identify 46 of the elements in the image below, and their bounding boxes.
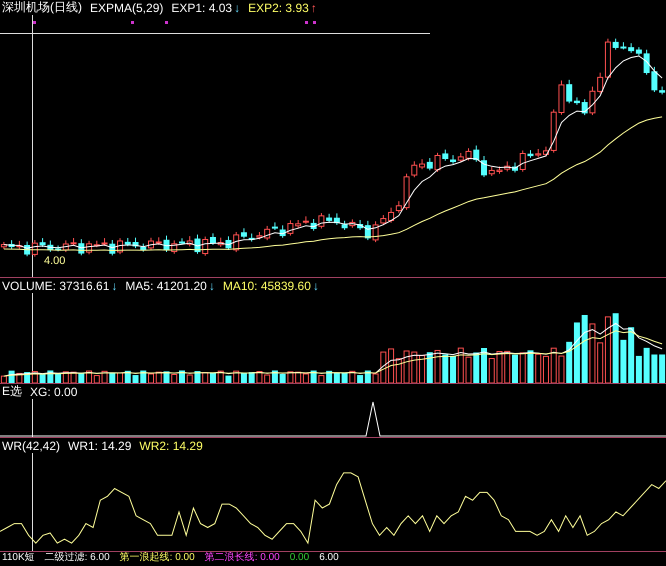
volume-bar: [148, 373, 154, 383]
candlestick: [488, 166, 495, 176]
volume-bar: [488, 358, 495, 383]
pane-title: WR(42,42): [2, 438, 60, 452]
volume-bar: [659, 354, 666, 383]
price-label: 4.00: [44, 256, 66, 268]
pane-title: 深圳机场(日线): [2, 0, 82, 16]
volume-bar: [512, 354, 518, 383]
candlestick: [148, 237, 154, 251]
candlestick: [0, 241, 7, 250]
candlestick: [171, 240, 178, 254]
volume-bar: [504, 350, 510, 383]
candlestick: [481, 156, 487, 178]
candlestick: [659, 86, 666, 95]
indicator-value: EXP2: 3.93: [248, 0, 309, 14]
indicator-value: EXP1: 4.03: [171, 0, 232, 14]
footer-value: 110K短: [2, 552, 35, 564]
pane-title: VOLUME: 37316.61: [2, 278, 110, 292]
trend-arrow: ↑: [310, 0, 317, 14]
volume-bar: [156, 372, 162, 383]
trend-arrow: ↓: [111, 278, 118, 292]
indicator-value: WR1: 14.29: [68, 438, 132, 452]
candlestick: [156, 236, 162, 246]
indicator-value: XG: 0.00: [30, 384, 78, 398]
volume-bar: [496, 351, 502, 383]
volume-bar: [179, 370, 185, 383]
trend-arrow: ↓: [208, 278, 215, 292]
candlestick: [504, 160, 510, 172]
indicator-value: WR2: 14.29: [139, 438, 203, 452]
footer-value: 6.00: [319, 552, 339, 564]
trend-arrow: ↓: [234, 0, 240, 14]
candlestick: [179, 238, 185, 246]
trend-arrow: ↓: [312, 278, 319, 292]
volume-bar: [171, 374, 178, 383]
volume-bar: [481, 348, 487, 383]
candlestick: [164, 235, 170, 252]
footer-value: 二级过滤: 6.00: [44, 552, 110, 564]
candlestick: [512, 162, 518, 173]
indicator-name: EXPMA(5,29): [90, 0, 164, 14]
indicator-value: MA10: 45839.60: [222, 278, 311, 292]
footer-value: 0.00: [290, 552, 310, 564]
candlestick: [496, 166, 502, 174]
volume-bar: [164, 371, 170, 383]
indicator-value: MA5: 41201.20: [125, 278, 207, 292]
volume-bar: [0, 376, 7, 383]
pane-title: E选: [2, 383, 22, 400]
